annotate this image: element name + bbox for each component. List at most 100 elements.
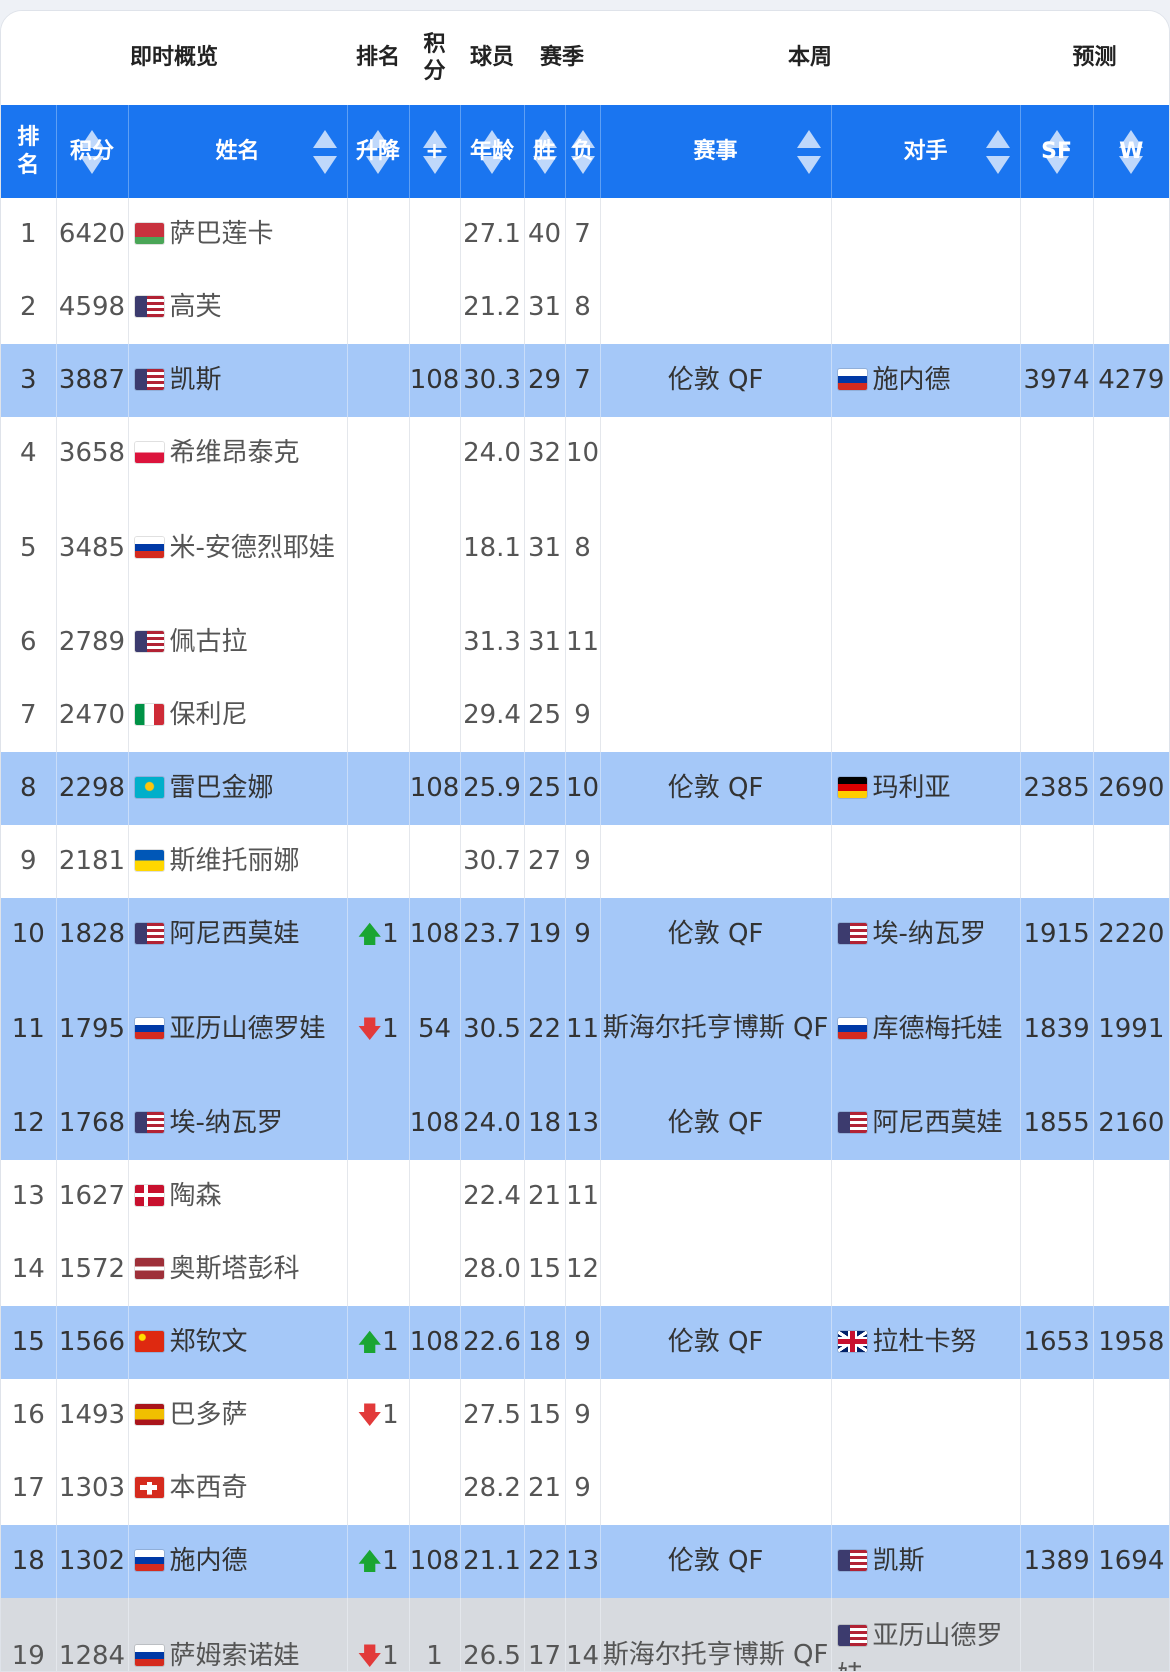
cell-name[interactable]: 阿尼西莫娃 [127, 898, 348, 971]
col-header-plus[interactable]: + [408, 105, 461, 198]
opponent-name[interactable]: 埃-纳瓦罗 [873, 919, 986, 949]
table-row[interactable]: 191284萨姆索诺娃🡇1126.51714斯海尔托亨博斯 QF亚历山德罗娃 [1, 1598, 1169, 1671]
cell-name[interactable]: 萨姆索诺娃 [127, 1598, 348, 1671]
cell-name[interactable]: 希维昂泰克 [127, 417, 348, 490]
cell-name[interactable]: 陶森 [127, 1160, 348, 1233]
col-header-w[interactable]: W [1092, 105, 1169, 198]
cell-opponent[interactable] [830, 417, 1021, 490]
table-row[interactable]: 7 2470 保利尼 29.4 25 9 [1, 679, 1169, 752]
cell-opponent[interactable]: 阿尼西莫娃 [830, 1087, 1021, 1160]
col-header-name[interactable]: 姓名 [127, 105, 348, 198]
player-name[interactable]: 奥斯塔彭科 [170, 1254, 300, 1284]
table-row[interactable]: 16 1493 巴多萨 🡇1 27.5 15 9 [1, 1379, 1169, 1452]
cell-wins: 25 [523, 679, 566, 752]
cell-movement [346, 1160, 410, 1233]
table-row[interactable]: 18 1302 施内德 🡅1 108 21.1 22 13 伦敦 QF 凯斯 1389 1694 [1, 1525, 1169, 1598]
player-name[interactable]: 雷巴金娜 [170, 773, 274, 803]
cell-opponent[interactable] [830, 1233, 1021, 1306]
cell-name[interactable]: 巴多萨 [127, 1379, 348, 1452]
cell-name[interactable]: 本西奇 [127, 1452, 348, 1525]
cell-name[interactable]: 奥斯塔彭科 [127, 1233, 348, 1306]
cell-opponent[interactable] [830, 825, 1021, 898]
col-header-losses[interactable]: 负 [564, 105, 601, 198]
table-row[interactable]: 4 3658 希维昂泰克 24.0 32 10 [1, 417, 1169, 490]
table-row[interactable]: 8 2298 雷巴金娜 108 25.9 25 10 伦敦 QF 玛利亚 2385 2690 [1, 752, 1169, 825]
player-name[interactable]: 郑钦文 [170, 1327, 248, 1357]
table-row[interactable]: 13 1627 陶森 22.4 21 11 [1, 1160, 1169, 1233]
cell-name[interactable]: 埃-纳瓦罗 [127, 1087, 348, 1160]
cell-age: 26.5 [459, 1598, 525, 1671]
table-row[interactable]: 11 1795 亚历山德罗娃 🡇1 54 30.5 22 11 斯海尔托亨博斯 QF 库德梅托娃 1… [1, 971, 1169, 1087]
table-row[interactable]: 1 6420 萨巴莲卡 27.1 40 7 [1, 198, 1169, 271]
table-row[interactable]: 9 2181 斯维托丽娜 30.7 27 9 [1, 825, 1169, 898]
cell-name[interactable]: 萨巴莲卡 [127, 198, 348, 271]
cell-opponent[interactable] [830, 271, 1021, 344]
player-name[interactable]: 佩古拉 [170, 627, 248, 657]
opponent-name[interactable]: 拉杜卡努 [873, 1327, 977, 1357]
cell-opponent[interactable]: 拉杜卡努 [830, 1306, 1021, 1379]
player-name[interactable]: 凯斯 [170, 365, 222, 395]
table-row[interactable]: 14 1572 奥斯塔彭科 28.0 15 12 [1, 1233, 1169, 1306]
player-name[interactable]: 希维昂泰克 [170, 438, 300, 468]
col-header-movement[interactable]: 升降 [346, 105, 410, 198]
opponent-name[interactable]: 阿尼西莫娃 [873, 1108, 1003, 1138]
player-name[interactable]: 保利尼 [170, 700, 248, 730]
player-name[interactable]: 斯维托丽娜 [170, 846, 300, 876]
cell-w [1092, 825, 1169, 898]
cell-opponent[interactable]: 凯斯 [830, 1525, 1021, 1598]
cell-opponent[interactable] [830, 1379, 1021, 1452]
player-name[interactable]: 米-安德烈耶娃 [170, 533, 335, 563]
player-name[interactable]: 本西奇 [170, 1473, 248, 1503]
opponent-name[interactable]: 库德梅托娃 [873, 1014, 1003, 1044]
cell-opponent[interactable]: 施内德 [830, 344, 1021, 417]
cell-name[interactable]: 亚历山德罗娃 [127, 971, 348, 1087]
col-header-wins[interactable]: 胜 [523, 105, 566, 198]
player-name[interactable]: 阿尼西莫娃 [170, 919, 300, 949]
col-header-sf[interactable]: SF [1019, 105, 1094, 198]
table-row[interactable]: 15 1566 郑钦文 🡅1 108 22.6 18 9 伦敦 QF 拉杜卡努 1653 1958 [1, 1306, 1169, 1379]
opponent-name[interactable]: 施内德 [873, 365, 951, 395]
opponent-name[interactable]: 玛利亚 [873, 773, 951, 803]
table-row[interactable]: 2 4598 高芙 21.2 31 8 [1, 271, 1169, 344]
cell-opponent[interactable]: 玛利亚 [830, 752, 1021, 825]
col-header-event[interactable]: 赛事 [599, 105, 832, 198]
cell-name[interactable]: 雷巴金娜 [127, 752, 348, 825]
col-header-rank[interactable]: 排 名 [1, 105, 56, 198]
table-row[interactable]: 5 3485 米-安德烈耶娃 18.1 31 8 [1, 490, 1169, 606]
cell-opponent[interactable]: 库德梅托娃 [830, 971, 1021, 1087]
cell-name[interactable]: 米-安德烈耶娃 [127, 490, 348, 606]
table-row[interactable]: 10 1828 阿尼西莫娃 🡅1 108 23.7 19 9 伦敦 QF 埃-纳瓦罗 1915 222… [1, 898, 1169, 971]
cell-name[interactable]: 斯维托丽娜 [127, 825, 348, 898]
table-row[interactable]: 6 2789 佩古拉 31.3 31 11 [1, 606, 1169, 679]
table-row[interactable]: 17 1303 本西奇 28.2 21 9 [1, 1452, 1169, 1525]
table-row[interactable]: 3 3887 凯斯 108 30.3 29 7 伦敦 QF 施内德 3974 4279 [1, 344, 1169, 417]
player-name[interactable]: 萨姆索诺娃 [170, 1641, 300, 1671]
player-name[interactable]: 巴多萨 [170, 1400, 248, 1430]
cell-opponent[interactable] [830, 1452, 1021, 1525]
opponent-name[interactable]: 凯斯 [873, 1546, 925, 1576]
cell-name[interactable]: 施内德 [127, 1525, 348, 1598]
cell-opponent[interactable] [830, 490, 1021, 606]
player-name[interactable]: 萨巴莲卡 [170, 219, 274, 249]
col-header-age[interactable]: 年龄 [459, 105, 525, 198]
cell-opponent[interactable]: 亚历山德罗娃 [830, 1598, 1021, 1671]
player-name[interactable]: 施内德 [170, 1546, 248, 1576]
cell-name[interactable]: 高芙 [127, 271, 348, 344]
cell-opponent[interactable] [830, 1160, 1021, 1233]
player-name[interactable]: 陶森 [170, 1181, 222, 1211]
cell-name[interactable]: 郑钦文 [127, 1306, 348, 1379]
cell-opponent[interactable] [830, 606, 1021, 679]
table-row[interactable]: 12 1768 埃-纳瓦罗 108 24.0 18 13 伦敦 QF 阿尼西莫娃 1855 2160 [1, 1087, 1169, 1160]
col-header-opponent[interactable]: 对手 [830, 105, 1021, 198]
cell-opponent[interactable] [830, 679, 1021, 752]
cell-name[interactable]: 保利尼 [127, 679, 348, 752]
cell-opponent[interactable]: 埃-纳瓦罗 [830, 898, 1021, 971]
cell-name[interactable]: 凯斯 [127, 344, 348, 417]
player-name[interactable]: 埃-纳瓦罗 [170, 1108, 283, 1138]
col-header-points[interactable]: 积分 [55, 105, 128, 198]
cell-opponent[interactable] [830, 198, 1021, 271]
player-name[interactable]: 亚历山德罗娃 [170, 1014, 326, 1044]
cell-name[interactable]: 佩古拉 [127, 606, 348, 679]
cell-event: 伦敦 QF [599, 1087, 832, 1160]
player-name[interactable]: 高芙 [170, 292, 222, 322]
